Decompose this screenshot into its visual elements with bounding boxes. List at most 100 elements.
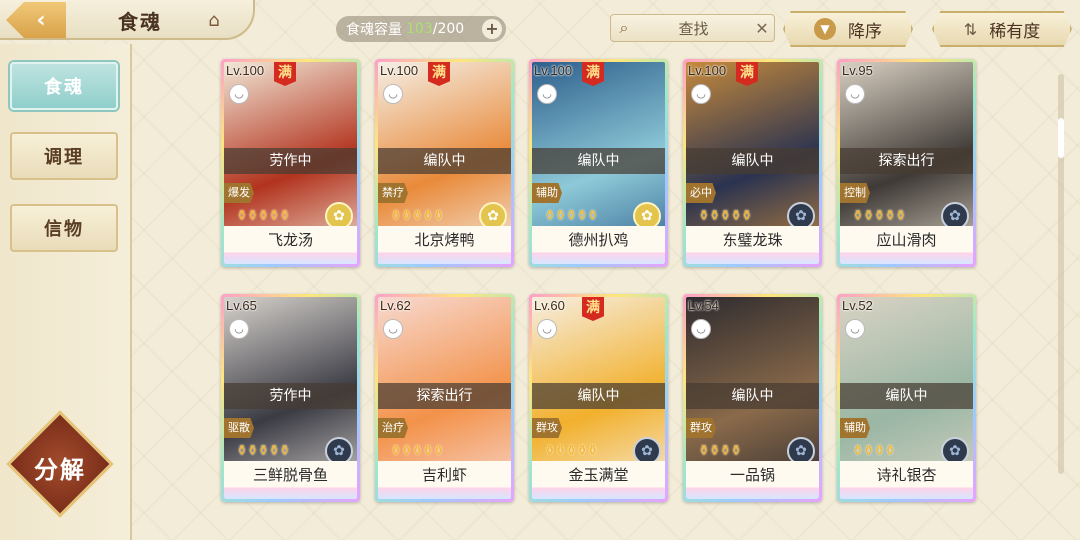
search-icon: ⌕	[619, 18, 629, 37]
character-name: 吉利虾	[378, 461, 511, 499]
max-level-badge: 满	[736, 62, 758, 86]
level-label: Lv.54	[688, 298, 719, 313]
status-label: 编队中	[686, 148, 819, 174]
character-name: 诗礼银杏	[840, 461, 973, 499]
food-soul-card[interactable]: Lv.95 ◡ 探索出行 控制 ⚱⚱⚱⚱⚱ ✿ 应山滑肉	[837, 59, 976, 267]
status-label: 劳作中	[224, 148, 357, 174]
level-label: Lv.52	[842, 298, 873, 313]
sort-descending-button[interactable]: ▼ 降序	[783, 11, 913, 47]
sidebar-item-label: 食魂	[44, 77, 84, 98]
down-triangle-icon: ▼	[814, 18, 836, 40]
character-name: 飞龙汤	[224, 226, 357, 264]
bowl-icon: ◡	[229, 84, 249, 104]
status-label: 编队中	[532, 148, 665, 174]
clear-icon[interactable]: ✕	[750, 19, 774, 38]
capacity-label: 食魂容量	[346, 22, 402, 38]
character-name: 金玉满堂	[532, 461, 665, 499]
sidebar-item-label: 调理	[44, 147, 84, 168]
max-level-badge: 满	[428, 62, 450, 86]
level-label: Lv.62	[380, 298, 411, 313]
level-label: Lv.60	[534, 298, 565, 313]
star-rating: ⚱⚱⚱⚱⚱	[236, 443, 291, 459]
decompose-label: 分解	[34, 456, 86, 484]
search-placeholder: 查找	[678, 19, 709, 38]
bowl-icon: ◡	[383, 319, 403, 339]
role-badge: 必中	[686, 183, 716, 203]
character-name: 三鲜脱骨鱼	[224, 461, 357, 499]
sort-rarity-label: 稀有度	[989, 21, 1041, 42]
add-capacity-button[interactable]: +	[482, 19, 502, 39]
bowl-icon: ◡	[537, 319, 557, 339]
food-soul-card[interactable]: Lv.52 ◡ 编队中 辅助 ⚱⚱⚱⚱ ✿ 诗礼银杏	[837, 294, 976, 502]
capacity-max: /200	[432, 21, 465, 37]
star-rating: ⚱⚱⚱⚱⚱	[236, 208, 291, 224]
level-label: Lv.95	[842, 63, 873, 78]
level-label: Lv.100	[380, 63, 419, 78]
sidebar-item-tokens[interactable]: 信物	[10, 204, 118, 252]
bowl-icon: ◡	[537, 84, 557, 104]
star-rating: ⚱⚱⚱⚱⚱	[390, 443, 445, 459]
back-button[interactable]: ‹	[6, 2, 66, 38]
bowl-icon: ◡	[845, 84, 865, 104]
character-name: 德州扒鸡	[532, 226, 665, 264]
sidebar-item-label: 信物	[44, 219, 84, 240]
level-label: Lv.100	[688, 63, 727, 78]
role-badge: 辅助	[532, 183, 562, 203]
bowl-icon: ◡	[691, 319, 711, 339]
food-soul-card[interactable]: Lv.100 满 ◡ 编队中 禁疗 ⚱⚱⚱⚱⚱ ✿ 北京烤鸭	[375, 59, 514, 267]
status-label: 编队中	[532, 383, 665, 409]
sidebar-item-food-souls[interactable]: 食魂	[10, 62, 118, 110]
bowl-icon: ◡	[845, 319, 865, 339]
role-badge: 群攻	[686, 418, 716, 438]
status-label: 探索出行	[840, 148, 973, 174]
level-label: Lv.65	[226, 298, 257, 313]
bowl-icon: ◡	[691, 84, 711, 104]
max-level-badge: 满	[582, 297, 604, 321]
bowl-icon: ◡	[229, 319, 249, 339]
star-rating: ⚱⚱⚱⚱⚱	[698, 208, 753, 224]
food-soul-card[interactable]: Lv.60 满 ◡ 编队中 群攻 ⚱⚱⚱⚱⚱ ✿ 金玉满堂	[529, 294, 668, 502]
level-label: Lv.100	[226, 63, 265, 78]
sort-rarity-button[interactable]: ⇅ 稀有度	[932, 11, 1072, 47]
food-soul-card[interactable]: Lv.65 ◡ 劳作中 驱散 ⚱⚱⚱⚱⚱ ✿ 三鲜脱骨鱼	[221, 294, 360, 502]
food-soul-card[interactable]: Lv.100 满 ◡ 劳作中 爆发 ⚱⚱⚱⚱⚱ ✿ 飞龙汤	[221, 59, 360, 267]
star-rating: ⚱⚱⚱⚱⚱	[390, 208, 445, 224]
food-soul-card[interactable]: Lv.54 ◡ 编队中 群攻 ⚱⚱⚱⚱ ✿ 一品锅	[683, 294, 822, 502]
star-rating: ⚱⚱⚱⚱⚱	[852, 208, 907, 224]
title-tab: ‹ 食魂 ⌂	[0, 0, 255, 40]
sort-arrows-icon: ⇅	[963, 19, 978, 39]
bowl-icon: ◡	[383, 84, 403, 104]
max-level-badge: 满	[582, 62, 604, 86]
status-label: 探索出行	[378, 383, 511, 409]
sidebar-item-conditioning[interactable]: 调理	[10, 132, 118, 180]
capacity-indicator: 食魂容量 103 /200 +	[336, 16, 506, 42]
character-name: 一品锅	[686, 461, 819, 499]
role-badge: 治疗	[378, 418, 408, 438]
status-label: 编队中	[686, 383, 819, 409]
character-name: 东璧龙珠	[686, 226, 819, 264]
capacity-current: 103	[406, 21, 433, 37]
max-level-badge: 满	[274, 62, 296, 86]
scrollbar[interactable]	[1058, 74, 1064, 474]
level-label: Lv.100	[534, 63, 573, 78]
food-soul-card[interactable]: Lv.100 满 ◡ 编队中 辅助 ⚱⚱⚱⚱⚱ ✿ 德州扒鸡	[529, 59, 668, 267]
food-soul-card[interactable]: Lv.62 ◡ 探索出行 治疗 ⚱⚱⚱⚱⚱ 吉利虾	[375, 294, 514, 502]
role-badge: 禁疗	[378, 183, 408, 203]
scroll-thumb[interactable]	[1058, 118, 1064, 158]
star-rating: ⚱⚱⚱⚱⚱	[544, 443, 599, 459]
status-label: 编队中	[840, 383, 973, 409]
chevron-left-icon: ‹	[36, 7, 46, 33]
food-soul-card[interactable]: Lv.100 满 ◡ 编队中 必中 ⚱⚱⚱⚱⚱ ✿ 东璧龙珠	[683, 59, 822, 267]
page-title: 食魂	[118, 10, 162, 34]
role-badge: 爆发	[224, 183, 254, 203]
home-icon[interactable]: ⌂	[202, 10, 226, 32]
sort-descending-label: 降序	[848, 21, 882, 42]
search-box[interactable]: ⌕ 查找 ✕	[610, 14, 775, 42]
star-rating: ⚱⚱⚱⚱⚱	[544, 208, 599, 224]
role-badge: 辅助	[840, 418, 870, 438]
star-rating: ⚱⚱⚱⚱	[698, 443, 742, 459]
status-label: 编队中	[378, 148, 511, 174]
role-badge: 控制	[840, 183, 870, 203]
character-name: 应山滑肉	[840, 226, 973, 264]
status-label: 劳作中	[224, 383, 357, 409]
